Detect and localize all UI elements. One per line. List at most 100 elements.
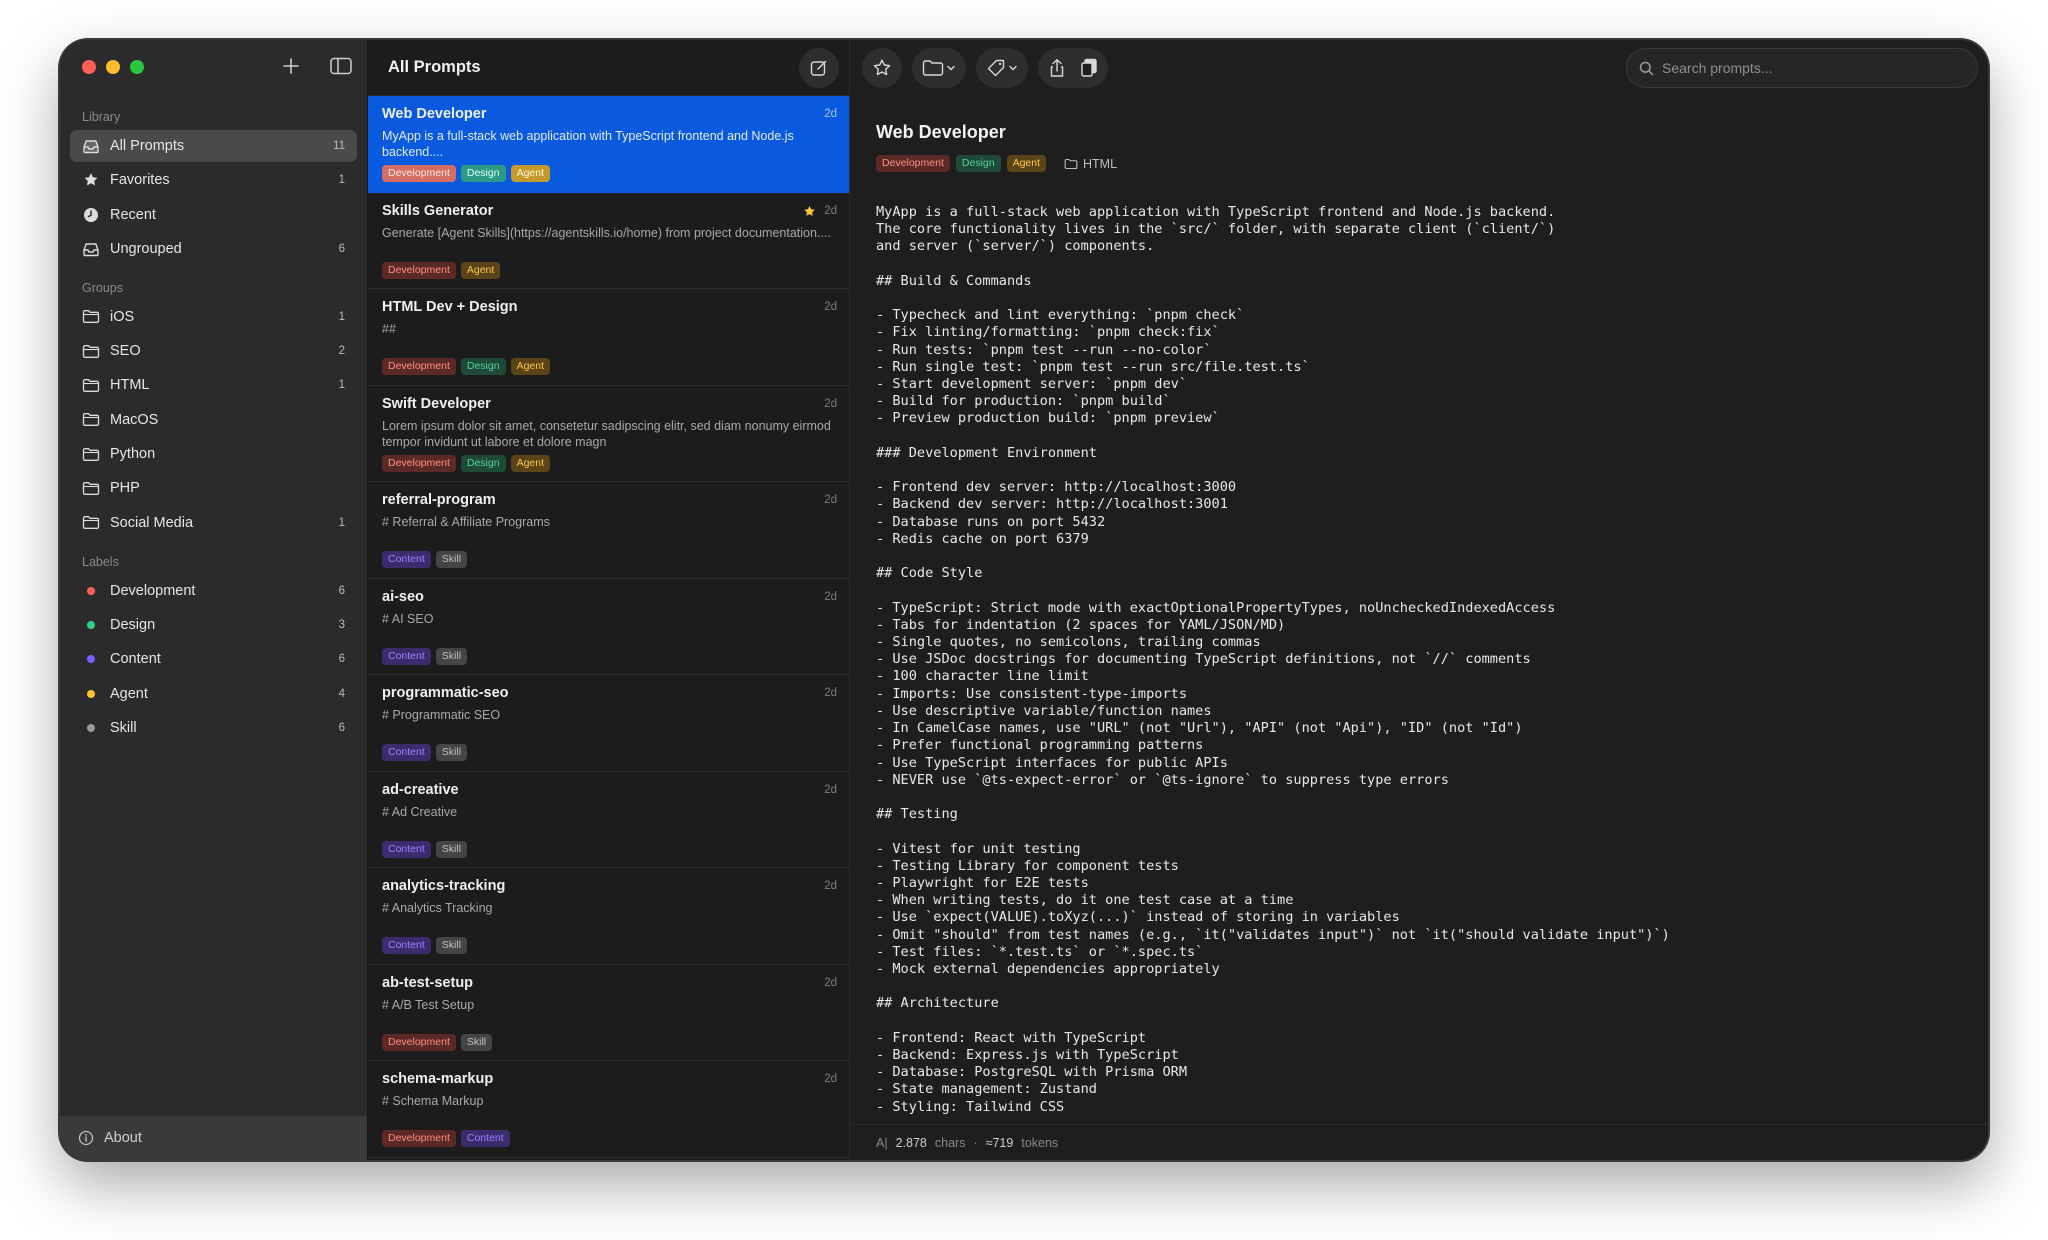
sidebar-item-all-prompts[interactable]: All Prompts 11 [70,130,357,162]
prompt-card-tags: Development Skill [382,1033,837,1051]
tag-content: Content [382,744,431,761]
prompt-card-preview: # AI SEO [382,611,434,626]
sidebar-item-count: 6 [338,653,345,666]
folder-icon [82,411,100,429]
plus-icon[interactable] [279,54,303,78]
tag-skill: Skill [435,937,468,954]
sidebar-item-skill[interactable]: Skill 6 [70,712,357,744]
sidebar-item-content[interactable]: Content 6 [70,643,357,675]
prompt-card-tags: Content Skill [382,744,837,761]
prompt-card-meta: 2d [824,1073,837,1085]
sidebar-item-python[interactable]: Python [70,438,357,470]
prompt-card[interactable]: Web Developer 2d MyApp is a full-stack web… [368,96,849,193]
label-color-dot [82,582,100,600]
groups-section-label: Groups [82,280,123,295]
about-button[interactable]: About [60,1116,367,1160]
prompt-card[interactable]: referral-program 2d # Referral & Affiliate… [368,482,849,579]
sidebar-item-favorites[interactable]: Favorites 1 [70,164,357,196]
folder-icon [82,376,100,394]
sidebar-item-count: 1 [338,310,345,323]
char-count: 2.878 [895,1135,927,1150]
minimize-window-button[interactable] [106,60,120,74]
tag-development: Development [382,1033,456,1051]
labels-button[interactable] [976,48,1028,88]
close-window-button[interactable] [82,60,96,74]
sidebar-item-ios[interactable]: iOS 1 [70,301,357,333]
prompt-card[interactable]: schema-markup 2d # Schema Markup Developmen… [368,1061,849,1158]
prompt-card-age: 2d [824,976,837,989]
detail-group-chip[interactable]: HTML [1064,157,1117,171]
prompt-card-title: ad-creative [382,781,459,798]
prompt-card-tags: Development Content [382,1130,837,1147]
favorite-button[interactable] [862,48,902,88]
move-to-group-button[interactable] [912,48,966,88]
sidebar-item-design[interactable]: Design 3 [70,609,357,641]
folder-icon [1064,158,1078,170]
char-count-label: chars [934,1135,966,1150]
prompt-card-title: Skills Generator [382,202,494,219]
labels-section-label: Labels [82,554,119,569]
tag-agent: Agent [510,454,551,472]
prompt-card-title: referral-program [382,492,496,508]
sidebar-item-macos[interactable]: MacOS [70,404,357,436]
sidebar-item-seo[interactable]: SEO 2 [70,335,357,367]
prompt-card-tags: Development Design Agent [382,454,837,472]
prompt-card[interactable]: Skills Generator 2d Generate [Agent Skills… [368,193,849,289]
sidebar-item-development[interactable]: Development 6 [70,575,357,607]
about-label: About [104,1130,142,1146]
sidebar-item-recent[interactable]: Recent [70,199,357,231]
star-icon [872,58,892,78]
prompt-card[interactable]: ad-creative 2d # Ad Creative Content Skill [368,772,849,868]
sidebar-item-count: 6 [338,242,345,255]
tag-design: Design [460,358,506,375]
clock-icon [82,206,100,224]
detail-title: Web Developer [876,122,1006,142]
sidebar-item-ungrouped[interactable]: Ungrouped 6 [70,233,357,265]
prompt-card[interactable]: ai-seo 2d # AI SEO Content Skill [368,579,849,675]
prompt-card-meta: 2d [824,108,837,120]
folder-icon [82,479,100,497]
prompt-content[interactable]: MyApp is a full-stack web application wi… [876,204,1988,1116]
tag-agent: Agent [1006,155,1047,172]
prompt-card[interactable]: programmatic-seo 2d # Programmatic SEO Cont… [368,675,849,772]
tag-skill: Skill [460,1033,493,1051]
share-icon[interactable] [1048,58,1066,78]
prompt-card-age: 2d [824,108,837,120]
folder-icon [82,342,100,360]
prompt-card-title: Web Developer [382,106,487,122]
prompt-card-meta: 2d [824,687,837,699]
prompt-detail-pane: Web Developer Development Design Agent HTML… [850,40,1988,1160]
sidebar-item-social-media[interactable]: Social Media 1 [70,507,357,539]
label-color-dot [82,650,100,668]
tag-skill: Skill [435,744,468,761]
copy-icon[interactable] [1080,58,1098,78]
compose-icon [810,59,828,77]
prompt-card[interactable]: analytics-tracking 2d # Analytics Tracking… [368,868,849,965]
inbox-icon [82,240,100,258]
sidebar-item-label: HTML [110,377,150,394]
zoom-window-button[interactable] [130,60,144,74]
prompt-card[interactable]: Swift Developer 2d Lorem ipsum dolor sit a… [368,386,849,482]
sidebar-toggle-icon[interactable] [329,54,353,78]
sidebar-item-html[interactable]: HTML 1 [70,369,357,401]
prompt-card-preview: # A/B Test Setup [382,997,475,1012]
prompt-card[interactable]: ab-test-setup 2d # A/B Test Setup Developme… [368,965,849,1061]
search-input[interactable] [1662,60,1962,76]
prompt-card-tags: Development Design Agent [382,358,837,375]
prompt-card[interactable]: HTML Dev + Design 2d ## Development Design Ag… [368,289,849,386]
new-prompt-button[interactable] [799,47,839,88]
sidebar-item-agent[interactable]: Agent 4 [70,678,357,710]
sidebar-item-label: SEO [110,343,141,360]
search-field[interactable] [1626,48,1978,88]
tag-icon [986,58,1006,78]
folder-icon [82,308,100,326]
prompt-card-tags: Content Skill [382,551,837,568]
prompt-card-meta: 2d [824,591,837,603]
tag-content: Content [382,551,431,568]
tag-development: Development [382,1130,456,1147]
tray-icon [82,137,100,155]
tag-skill: Skill [435,551,468,568]
sidebar-item-php[interactable]: PHP [70,472,357,504]
prompt-card-meta: 2d [803,205,837,218]
prompt-card-preview: # Schema Markup [382,1094,484,1108]
